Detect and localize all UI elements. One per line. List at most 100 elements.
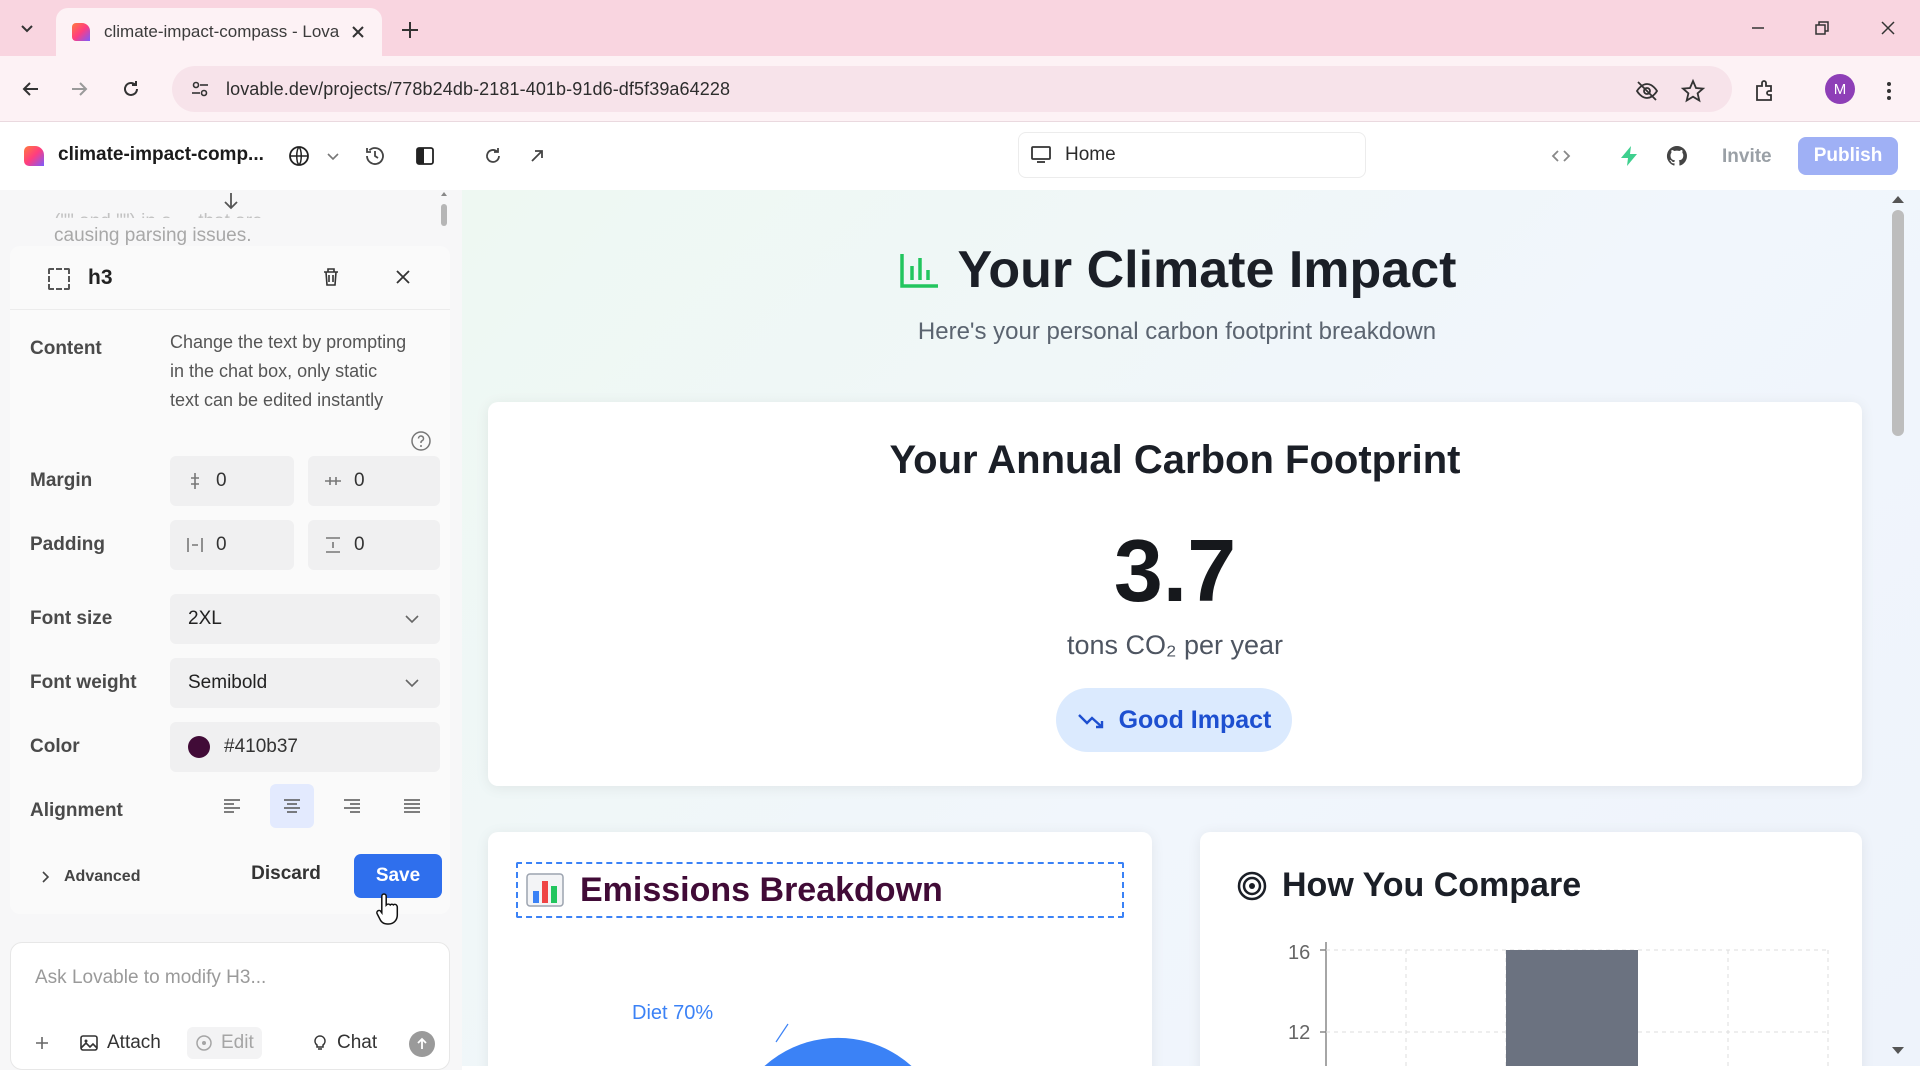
reload-icon [124,81,138,96]
advanced-toggle[interactable]: Advanced [38,868,140,886]
discard-button[interactable]: Discard [240,852,332,896]
edit-panel: ("" and "") in a ... that are causing pa… [0,190,462,1070]
tab-search-button[interactable] [12,14,42,42]
close-tab-icon[interactable] [348,22,368,42]
external-link-icon [531,150,543,162]
attach-button[interactable]: Attach [79,1027,161,1059]
help-icon[interactable] [410,430,432,452]
minimize-button[interactable] [1744,14,1772,42]
padding-label: Padding [30,534,105,555]
color-input[interactable]: #410b37 [170,722,440,772]
align-left-button[interactable] [210,784,254,828]
url-text: lovable.dev/projects/778b24db-2181-401b-… [226,78,731,99]
selected-heading-outline[interactable]: Emissions Breakdown [516,862,1124,918]
comparison-bar[interactable] [1506,950,1638,1066]
history-button[interactable] [362,143,388,169]
eye-off-icon[interactable] [1634,78,1660,104]
history-icon [366,147,384,165]
preview-scrollbar-thumb[interactable] [1892,210,1904,436]
hero-title: Your Climate Impact [957,241,1457,299]
project-menu-button[interactable] [320,143,346,169]
bar-chart-emoji-icon [526,873,564,907]
footprint-card: Your Annual Carbon Footprint 3.7 tons CO… [488,402,1862,786]
app-header: climate-impact-comp... Home Invite Publi… [0,122,1920,190]
browser-toolbar: lovable.dev/projects/778b24db-2181-401b-… [0,56,1920,122]
github-button[interactable] [1664,143,1690,169]
supabase-button[interactable] [1616,143,1642,169]
new-tab-icon[interactable] [396,16,424,44]
route-selector[interactable]: Home [1018,132,1366,178]
breakdown-title: Emissions Breakdown [580,870,943,909]
padding-horizontal-input[interactable]: 0 [170,520,294,570]
impact-badge: Good Impact [1056,688,1292,752]
align-right-button[interactable] [330,784,374,828]
forward-button[interactable] [64,74,94,104]
y-tick-label: 12 [1288,1022,1311,1044]
font-weight-select[interactable]: Semibold [170,658,440,708]
invite-button[interactable]: Invite [1722,146,1772,168]
toggle-sidebar-button[interactable] [412,143,438,169]
extensions-icon[interactable] [1752,78,1778,104]
app-preview: Your Climate Impact Here's your personal… [462,190,1920,1066]
font-size-select[interactable]: 2XL [170,594,440,644]
advanced-label: Advanced [64,868,141,885]
margin-vertical-input[interactable]: 0 [170,456,294,506]
align-justify-icon [404,799,420,813]
color-swatch[interactable] [188,736,210,758]
margin-horizontal-value: 0 [354,470,365,491]
pie-slice-diet[interactable] [738,1037,938,1066]
close-window-button[interactable] [1874,14,1902,42]
back-button[interactable] [16,74,46,104]
padding-vertical-input[interactable]: 0 [308,520,440,570]
margin-horizontal-input[interactable]: 0 [308,456,440,506]
visibility-button[interactable] [286,143,312,169]
align-center-button[interactable] [270,784,314,828]
code-view-button[interactable] [1548,143,1574,169]
chat-composer[interactable]: Ask Lovable to modify H3... Attach Edit … [10,942,450,1070]
target-icon [196,1035,212,1051]
hero-subtitle: Here's your personal carbon footprint br… [917,318,1437,345]
font-weight-value: Semibold [188,672,268,693]
refresh-preview-button[interactable] [480,143,506,169]
comparison-card: How You Compare 16 12 [1200,832,1862,1066]
reload-button[interactable] [116,74,146,104]
bar-chart-icon [899,254,938,288]
chat-mode-button[interactable]: Chat [311,1027,377,1059]
scroll-up-arrow-icon[interactable] [1890,194,1906,204]
project-name[interactable]: climate-impact-comp... [58,144,264,166]
scroll-down-arrow-icon[interactable] [1890,1046,1906,1056]
browser-tab-active[interactable]: climate-impact-compass - Lova [56,8,382,56]
scroll-down-icon[interactable] [220,190,242,212]
font-size-label: Font size [30,608,113,629]
chat-label: Chat [337,1032,378,1053]
publish-button[interactable]: Publish [1798,137,1898,175]
margin-label: Margin [30,470,93,491]
alignment-label: Alignment [30,800,123,821]
pie-chart [738,1023,938,1066]
plus-icon [36,1037,48,1049]
address-bar[interactable]: lovable.dev/projects/778b24db-2181-401b-… [172,66,1732,112]
chat-scrollbar[interactable] [440,190,448,230]
refresh-icon [486,148,500,163]
padding-vertical-icon [326,537,340,553]
add-button[interactable] [33,1027,59,1059]
site-info-button[interactable] [180,69,220,109]
close-icon[interactable] [392,266,414,288]
content-description: Change the text by prompting in the chat… [170,332,407,410]
footprint-title: Your Annual Carbon Footprint [889,438,1461,482]
profile-avatar[interactable]: M [1825,74,1855,104]
more-vert-icon[interactable] [1876,78,1902,104]
compare-heading: How You Compare [1236,866,1581,905]
lovable-logo-icon[interactable] [22,144,46,168]
open-new-window-button[interactable] [524,143,550,169]
color-label: Color [30,736,80,757]
editor-header: h3 [10,246,450,310]
send-button[interactable] [409,1031,435,1057]
edit-mode-button[interactable]: Edit [187,1027,262,1059]
trash-icon[interactable] [320,266,342,288]
restore-button[interactable] [1808,14,1836,42]
align-justify-button[interactable] [390,784,434,828]
composer-placeholder[interactable]: Ask Lovable to modify H3... [35,967,266,989]
lovable-favicon-icon [72,23,90,41]
bookmark-star-icon[interactable] [1680,78,1706,104]
